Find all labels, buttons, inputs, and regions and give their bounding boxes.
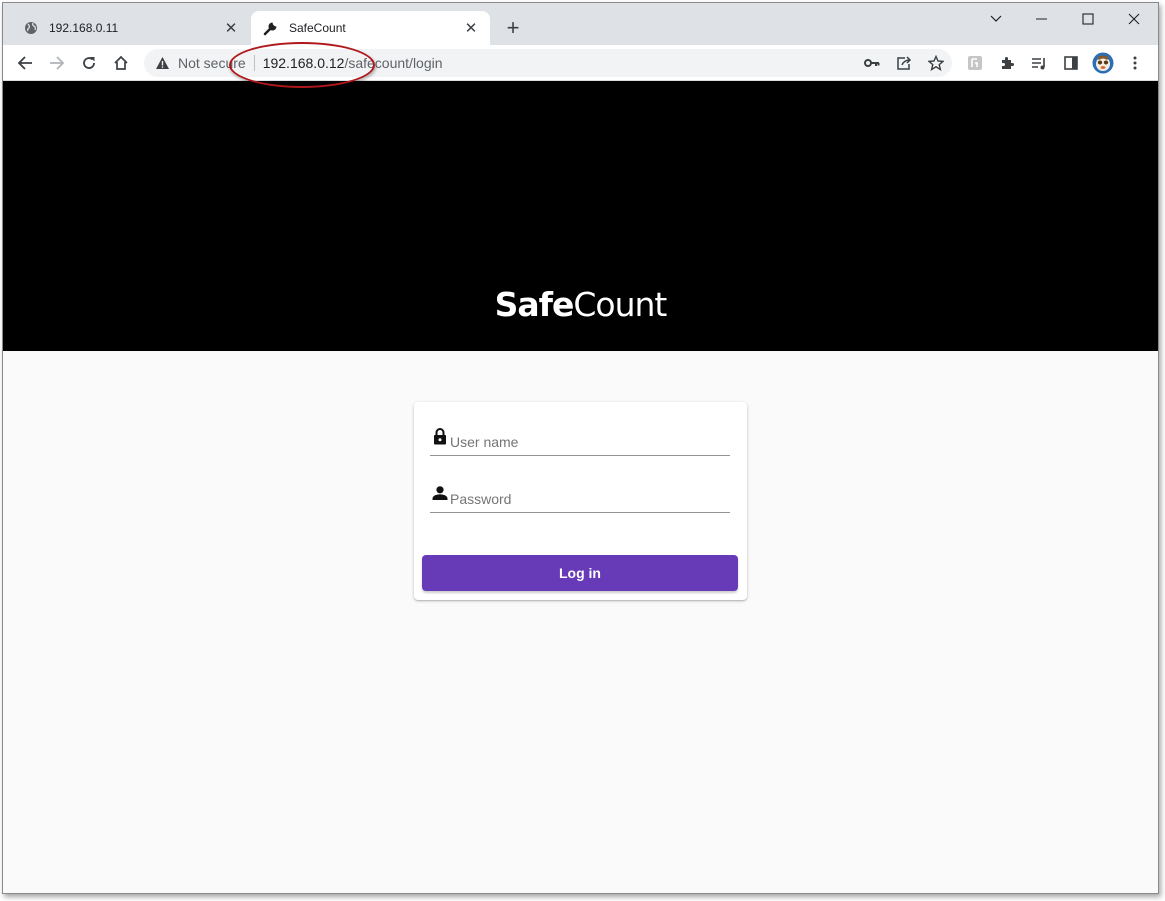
password-input[interactable]	[450, 489, 728, 509]
minimize-icon	[1036, 18, 1047, 20]
sidepanel-icon	[1064, 56, 1078, 70]
tab-title: SafeCount	[289, 21, 346, 35]
extension-badge-icon	[968, 56, 982, 70]
password-field	[430, 479, 730, 513]
safecount-logo: SafeCount	[3, 285, 1158, 324]
url-host[interactable]: 192.168.0.12	[263, 55, 345, 71]
tab-192-168-0-11[interactable]: 192.168.0.11 ✕	[11, 11, 250, 45]
maximize-icon	[1082, 13, 1094, 25]
hero-banner: SafeCount	[3, 81, 1158, 351]
address-bar[interactable]: Not secure 192.168.0.12/safecount/login	[144, 49, 952, 77]
tab-search-button[interactable]	[973, 3, 1019, 35]
tab-close-icon[interactable]: ✕	[462, 19, 480, 37]
close-icon	[1128, 13, 1140, 25]
page-content: SafeCount Log in	[3, 81, 1158, 893]
tab-title: 192.168.0.11	[49, 21, 119, 35]
back-icon	[17, 56, 32, 70]
username-field	[430, 422, 730, 456]
forward-button[interactable]	[43, 49, 71, 77]
browser-window: 192.168.0.11 ✕ SafeCount ✕ + Not secure …	[2, 2, 1159, 894]
maximize-button[interactable]	[1065, 3, 1111, 35]
omnibox-divider	[253, 55, 255, 71]
media-button[interactable]	[1025, 49, 1053, 77]
extension-badge-button[interactable]	[961, 49, 989, 77]
home-button[interactable]	[107, 49, 135, 77]
side-panel-button[interactable]	[1057, 49, 1085, 77]
globe-icon	[23, 20, 39, 36]
key-icon[interactable]	[864, 55, 880, 71]
login-button[interactable]: Log in	[422, 555, 738, 591]
tab-safecount[interactable]: SafeCount ✕	[251, 11, 490, 45]
minimize-button[interactable]	[1019, 3, 1065, 35]
star-icon[interactable]	[928, 55, 944, 71]
browser-toolbar: Not secure 192.168.0.12/safecount/login	[3, 45, 1158, 81]
new-tab-button[interactable]: +	[501, 15, 525, 40]
share-icon[interactable]	[896, 55, 912, 71]
close-window-button[interactable]	[1111, 3, 1157, 35]
forward-icon	[50, 56, 65, 70]
home-icon	[114, 55, 128, 70]
chevron-down-icon	[990, 15, 1002, 22]
login-card: Log in	[414, 402, 747, 600]
media-icon	[1032, 58, 1045, 70]
wrench-icon	[263, 20, 279, 36]
person-icon	[432, 483, 448, 503]
security-label[interactable]: Not secure	[178, 55, 246, 71]
tab-close-icon[interactable]: ✕	[222, 19, 240, 37]
puzzle-icon	[1002, 57, 1014, 69]
lock-icon	[432, 426, 448, 446]
back-button[interactable]	[11, 49, 39, 77]
username-input[interactable]	[450, 432, 728, 452]
reload-icon	[83, 57, 95, 69]
profile-button[interactable]	[1089, 49, 1117, 77]
reload-button[interactable]	[75, 49, 103, 77]
url-path[interactable]: /safecount/login	[344, 55, 442, 71]
warning-icon[interactable]	[154, 55, 170, 71]
avatar	[1092, 52, 1114, 74]
more-menu-button[interactable]	[1121, 49, 1149, 77]
more-icon	[1133, 56, 1137, 70]
logo-light: Count	[573, 285, 667, 324]
extensions-button[interactable]	[993, 49, 1021, 77]
tab-strip: 192.168.0.11 ✕ SafeCount ✕ +	[3, 3, 1158, 45]
logo-bold: Safe	[494, 285, 575, 324]
